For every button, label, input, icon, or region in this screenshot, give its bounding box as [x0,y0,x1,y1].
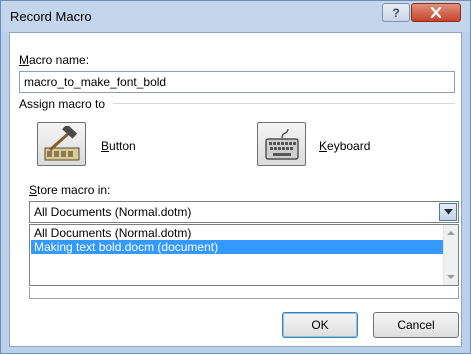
store-macro-label: Store macro in: [29,183,111,197]
close-button[interactable] [411,3,461,22]
store-option-normal[interactable]: All Documents (Normal.dotm) [31,226,443,240]
group-divider [113,103,455,104]
record-macro-dialog: Record Macro ? Macro name: macro_to_make… [0,0,471,354]
macro-name-value: macro_to_make_font_bold [24,75,167,89]
assign-button-button[interactable] [37,122,86,166]
scroll-down-icon[interactable] [447,275,455,279]
dialog-title: Record Macro [10,9,92,24]
chevron-down-icon [443,209,453,215]
store-macro-selected: All Documents (Normal.dotm) [34,205,192,219]
hammer-toolbar-icon [44,126,79,161]
macro-name-input[interactable]: macro_to_make_font_bold [19,71,455,93]
help-icon: ? [392,5,400,20]
store-option-document[interactable]: Making text bold.docm (document) [31,240,443,254]
cancel-button[interactable]: Cancel [373,312,459,338]
ok-button[interactable]: OK [282,312,358,338]
keyboard-icon [264,128,299,160]
store-macro-dropdown[interactable]: All Documents (Normal.dotm) [29,201,459,223]
help-button[interactable]: ? [382,3,410,22]
title-bar[interactable]: Record Macro ? [1,1,470,32]
dropdown-arrow-button[interactable] [439,203,457,221]
close-icon [430,7,442,18]
assign-keyboard-button[interactable] [257,122,306,166]
macro-name-label: Macro name: [19,53,90,67]
assign-macro-heading: Assign macro to [19,97,106,111]
description-field [29,287,459,299]
store-macro-options-list[interactable]: All Documents (Normal.dotm) Making text … [29,224,459,286]
button-option-label: Button [101,139,136,153]
options-scrollbar[interactable] [443,225,458,285]
scroll-up-icon[interactable] [447,231,455,235]
keyboard-option-label: Keyboard [319,139,371,153]
